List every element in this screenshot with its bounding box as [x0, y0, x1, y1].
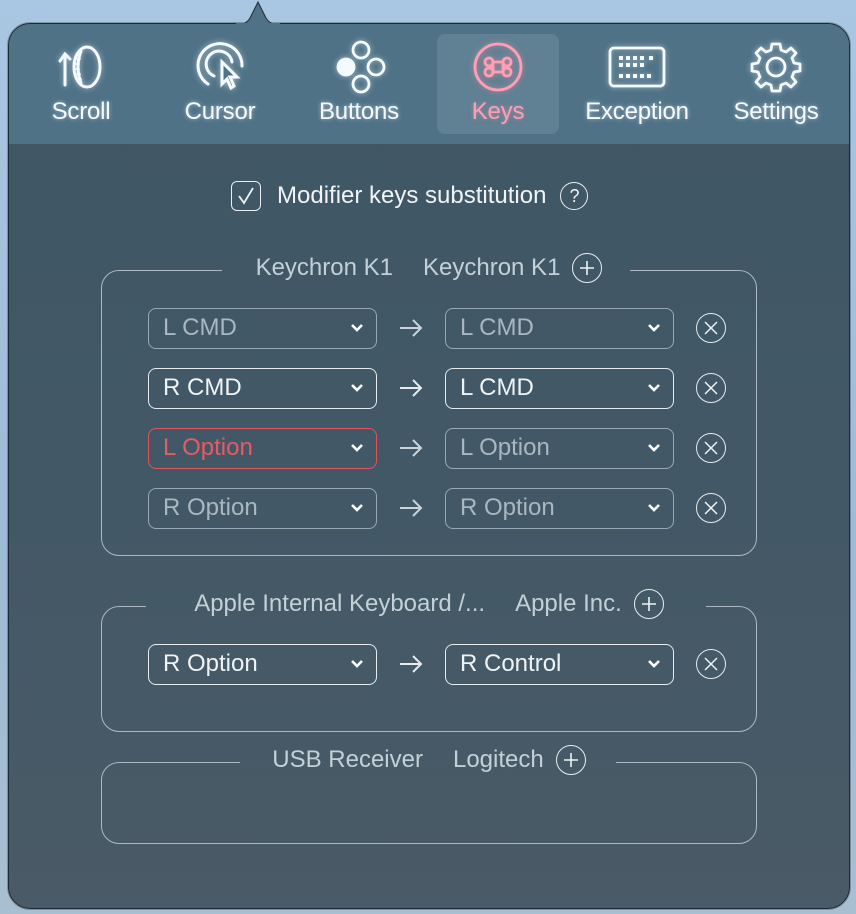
chevron-down-icon — [648, 660, 660, 668]
tab-exception[interactable]: Exception — [576, 34, 698, 134]
to-key-select[interactable]: L CMD — [445, 367, 674, 409]
tab-label: Exception — [585, 98, 689, 125]
device-group-keychron: Keychron K1 Keychron K1 L CMD L CMD R CM… — [101, 253, 757, 556]
tab-label: Cursor — [184, 98, 256, 125]
select-value: L Option — [460, 434, 550, 461]
arrow-right-icon — [377, 654, 445, 674]
chevron-down-icon — [648, 384, 660, 392]
keyboard-icon — [607, 40, 667, 94]
device-vendor: Logitech — [452, 746, 544, 773]
select-value: L CMD — [460, 374, 534, 401]
add-mapping-button[interactable] — [572, 253, 603, 283]
from-key-select[interactable]: L Option — [148, 427, 377, 469]
tab-label: Buttons — [319, 98, 399, 125]
buttons-icon — [329, 40, 389, 94]
to-key-select[interactable]: R Option — [445, 487, 674, 529]
mapping-row: R Option R Control — [148, 643, 726, 685]
add-mapping-button[interactable] — [555, 745, 586, 775]
preferences-popover: Scroll Cursor Buttons Keys Exception Set… — [8, 23, 850, 909]
chevron-down-icon — [648, 504, 660, 512]
device-group-usb-receiver: USB Receiver Logitech — [101, 745, 757, 844]
checkmark-icon — [238, 187, 254, 205]
chevron-down-icon — [351, 504, 363, 512]
from-key-select[interactable]: R Option — [148, 643, 377, 685]
scroll-wheel-icon — [51, 40, 111, 94]
close-icon — [704, 501, 718, 515]
device-name: USB Receiver — [272, 746, 423, 773]
tab-label: Scroll — [51, 98, 111, 125]
plus-icon — [580, 261, 595, 275]
chevron-down-icon — [351, 660, 363, 668]
keys-panel: Modifier keys substitution ? Keychron K1… — [9, 144, 849, 908]
tab-label: Keys — [471, 98, 525, 125]
chevron-down-icon — [351, 384, 363, 392]
tab-cursor[interactable]: Cursor — [159, 34, 281, 134]
chevron-down-icon — [648, 324, 660, 332]
close-icon — [704, 441, 718, 455]
mapping-row: R Option R Option — [148, 487, 726, 529]
remove-mapping-button[interactable] — [696, 433, 726, 463]
question-circle-icon[interactable]: ? — [560, 182, 589, 210]
device-group-apple-internal: Apple Internal Keyboard /... Apple Inc. … — [101, 589, 757, 732]
device-header: Apple Internal Keyboard /... Apple Inc. — [102, 589, 756, 619]
chevron-down-icon — [648, 444, 660, 452]
from-key-select[interactable]: R Option — [148, 487, 377, 529]
arrow-right-icon — [377, 498, 445, 518]
plus-icon — [563, 753, 578, 767]
select-value: R CMD — [163, 374, 242, 401]
from-key-select[interactable]: R CMD — [148, 367, 377, 409]
mapping-row: L CMD L CMD — [148, 307, 726, 349]
close-icon — [704, 657, 718, 671]
device-vendor: Keychron K1 — [423, 254, 561, 281]
help-glyph: ? — [569, 185, 580, 206]
modifier-substitution-checkbox[interactable] — [231, 181, 261, 211]
select-value: R Control — [460, 650, 562, 677]
select-value: L Option — [163, 434, 253, 461]
tab-buttons[interactable]: Buttons — [298, 34, 420, 134]
remove-mapping-button[interactable] — [696, 649, 726, 679]
arrow-right-icon — [377, 318, 445, 338]
select-value: L CMD — [163, 314, 237, 341]
gear-icon — [746, 40, 806, 94]
to-key-select[interactable]: R Control — [445, 643, 674, 685]
modifier-substitution-label: Modifier keys substitution — [277, 182, 547, 209]
mapping-row: R CMD L CMD — [148, 367, 726, 409]
close-icon — [704, 321, 718, 335]
tab-keys[interactable]: Keys — [437, 34, 559, 134]
mapping-row: L Option L Option — [148, 427, 726, 469]
cursor-icon — [190, 40, 250, 94]
tab-label: Settings — [733, 98, 819, 125]
select-value: R Option — [460, 494, 555, 521]
remove-mapping-button[interactable] — [696, 373, 726, 403]
device-header: Keychron K1 Keychron K1 — [102, 253, 756, 283]
select-value: L CMD — [460, 314, 534, 341]
select-value: R Option — [163, 494, 258, 521]
device-header-inner: Apple Internal Keyboard /... Apple Inc. — [178, 589, 680, 619]
modifier-substitution-row: Modifier keys substitution ? — [231, 179, 589, 213]
chevron-down-icon — [351, 444, 363, 452]
tab-toolbar: Scroll Cursor Buttons Keys Exception Set… — [9, 24, 849, 144]
to-key-select[interactable]: L CMD — [445, 307, 674, 349]
from-key-select[interactable]: L CMD — [148, 307, 377, 349]
chevron-down-icon — [351, 324, 363, 332]
remove-mapping-button[interactable] — [696, 493, 726, 523]
device-name: Apple Internal Keyboard /... — [194, 590, 486, 617]
arrow-right-icon — [377, 438, 445, 458]
select-value: R Option — [163, 650, 258, 677]
plus-icon — [641, 597, 656, 611]
command-key-icon — [468, 40, 528, 94]
tab-scroll[interactable]: Scroll — [20, 34, 142, 134]
to-key-select[interactable]: L Option — [445, 427, 674, 469]
tab-settings[interactable]: Settings — [715, 34, 837, 134]
arrow-right-icon — [377, 378, 445, 398]
popover-arrow — [236, 0, 280, 25]
device-name: Keychron K1 — [255, 254, 393, 281]
close-icon — [704, 381, 718, 395]
device-vendor: Apple Inc. — [515, 590, 622, 617]
device-header-inner: USB Receiver Logitech — [256, 745, 601, 775]
device-header: USB Receiver Logitech — [102, 745, 756, 775]
device-header-inner: Keychron K1 Keychron K1 — [240, 253, 619, 283]
remove-mapping-button[interactable] — [696, 313, 726, 343]
add-mapping-button[interactable] — [633, 589, 664, 619]
